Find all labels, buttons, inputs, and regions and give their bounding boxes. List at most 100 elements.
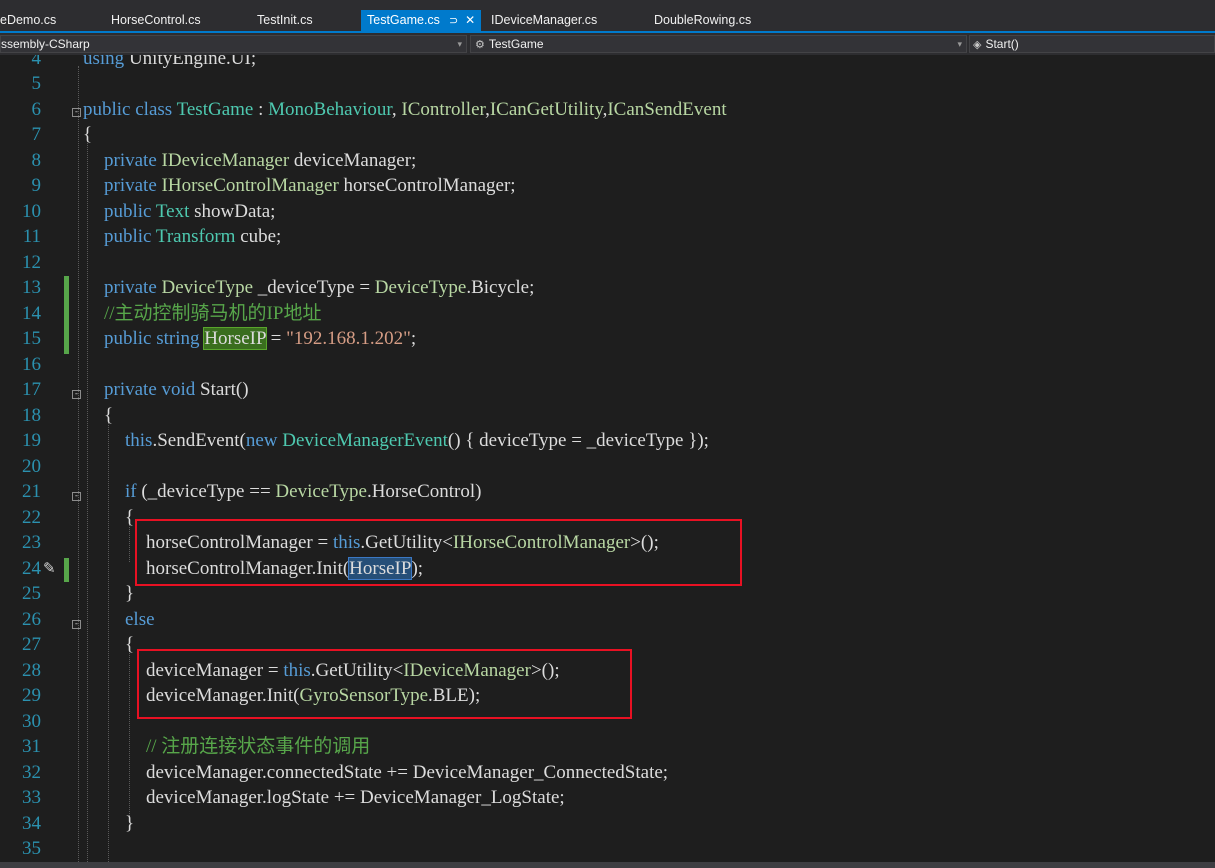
- line-number: 27: [22, 634, 41, 655]
- line-number: 9: [31, 175, 42, 196]
- tab-edemo[interactable]: eDemo.cs: [0, 10, 56, 31]
- tab-label: DoubleRowing.cs: [654, 13, 752, 27]
- code-line: 27 {: [0, 632, 1215, 658]
- tab-idevicemanager[interactable]: IDeviceManager.cs: [491, 10, 597, 31]
- line-number: 12: [22, 252, 41, 273]
- line-text: {: [83, 124, 93, 145]
- project-dropdown[interactable]: ssembly-CSharp ▾: [0, 35, 467, 53]
- line-number: 20: [22, 456, 41, 477]
- line-number: 16: [22, 354, 41, 375]
- code-editor[interactable]: - - - - 4 using UnityEngine.UI; 5 6 publ…: [0, 55, 1215, 868]
- code-line: 21 if (_deviceType == DeviceType.HorseCo…: [0, 479, 1215, 505]
- code-line: 32 deviceManager.connectedState += Devic…: [0, 760, 1215, 786]
- selected-reference: HorseIP: [348, 557, 413, 580]
- line-number: 6: [31, 99, 42, 120]
- code-line: 18 {: [0, 403, 1215, 429]
- line-number: 10: [22, 201, 41, 222]
- code-line: 8 private IDeviceManager deviceManager;: [0, 148, 1215, 174]
- line-text: if (_deviceType == DeviceType.HorseContr…: [125, 481, 482, 502]
- line-number: 21: [22, 481, 41, 502]
- code-line: 15 public string HorseIP = "192.168.1.20…: [0, 326, 1215, 352]
- code-line: 7 {: [0, 122, 1215, 148]
- code-line: 30: [0, 709, 1215, 735]
- horizontal-scrollbar[interactable]: [0, 862, 1215, 868]
- member-name: Start(): [985, 37, 1019, 51]
- line-number: 14: [22, 303, 41, 324]
- line-number: 26: [22, 609, 41, 630]
- code-line: 6 public class TestGame : MonoBehaviour,…: [0, 97, 1215, 123]
- type-dropdown[interactable]: ⚙ TestGame ▾: [470, 35, 967, 53]
- tab-label: HorseControl.cs: [111, 13, 201, 27]
- line-number: 11: [22, 226, 41, 247]
- line-text: public Transform cube;: [104, 226, 282, 247]
- line-text: }: [125, 813, 135, 834]
- code-line: 19 this.SendEvent(new DeviceManagerEvent…: [0, 428, 1215, 454]
- line-number: 15: [22, 328, 41, 349]
- code-line: 20: [0, 454, 1215, 480]
- line-number: 29: [22, 685, 41, 706]
- line-text: else: [125, 609, 155, 630]
- code-line: 29 deviceManager.Init(GyroSensorType.BLE…: [0, 683, 1215, 709]
- line-number: 19: [22, 430, 41, 451]
- tab-label: eDemo.cs: [0, 13, 57, 27]
- document-tab-strip: eDemo.cs HorseControl.cs TestInit.cs Tes…: [0, 0, 1215, 33]
- code-line: 11 public Transform cube;: [0, 224, 1215, 250]
- line-text: private void Start(): [104, 379, 249, 400]
- line-text: {: [125, 507, 135, 528]
- code-line: 12: [0, 250, 1215, 276]
- project-name: ssembly-CSharp: [1, 37, 90, 51]
- code-line: 34 }: [0, 811, 1215, 837]
- line-text: private IDeviceManager deviceManager;: [104, 150, 417, 171]
- code-line: 16: [0, 352, 1215, 378]
- line-number: 34: [22, 813, 41, 834]
- navigation-bar: ssembly-CSharp ▾ ⚙ TestGame ▾ ◈ Start(): [0, 33, 1215, 55]
- line-text: // 注册连接状态事件的调用: [146, 736, 371, 757]
- line-text: }: [125, 583, 135, 604]
- line-number: 4: [31, 55, 42, 69]
- tab-testinit[interactable]: TestInit.cs: [257, 10, 313, 31]
- code-line: 28 deviceManager = this.GetUtility<IDevi…: [0, 658, 1215, 684]
- line-text: private IHorseControlManager horseContro…: [104, 175, 516, 196]
- code-line: 4 using UnityEngine.UI;: [0, 55, 1215, 72]
- line-number: 13: [22, 277, 41, 298]
- tab-label: TestInit.cs: [257, 13, 313, 27]
- code-line: 25 }: [0, 581, 1215, 607]
- tab-testgame[interactable]: TestGame.cs ⊃ ✕: [361, 10, 482, 31]
- pin-icon[interactable]: ⊃: [449, 15, 458, 27]
- tab-label: IDeviceManager.cs: [491, 13, 598, 27]
- code-line: 9 private IHorseControlManager horseCont…: [0, 173, 1215, 199]
- code-line: 22 {: [0, 505, 1215, 531]
- line-number: 23: [22, 532, 41, 553]
- line-number: 18: [22, 405, 41, 426]
- type-name: TestGame: [488, 37, 544, 51]
- code-line: 14 //主动控制骑马机的IP地址: [0, 301, 1215, 327]
- line-number: 7: [31, 124, 42, 145]
- line-text: {: [125, 634, 135, 655]
- code-line: 35: [0, 836, 1215, 862]
- member-dropdown[interactable]: ◈ Start(): [969, 35, 1215, 53]
- line-text: private DeviceType _deviceType = DeviceT…: [104, 277, 535, 298]
- code-line: 33 deviceManager.logState += DeviceManag…: [0, 785, 1215, 811]
- code-line: 5: [0, 71, 1215, 97]
- line-number: 30: [22, 711, 41, 732]
- paintbrush-icon[interactable]: ✎: [43, 559, 56, 577]
- class-icon: ⚙: [475, 39, 485, 51]
- line-text: public class TestGame : MonoBehaviour, I…: [83, 99, 727, 120]
- line-text: deviceManager = this.GetUtility<IDeviceM…: [146, 660, 560, 681]
- line-text: deviceManager.logState += DeviceManager_…: [146, 787, 565, 808]
- line-number: 24: [22, 558, 41, 579]
- code-line: 10 public Text showData;: [0, 199, 1215, 225]
- close-icon[interactable]: ✕: [465, 13, 475, 27]
- line-text: public string HorseIP = "192.168.1.202";: [104, 327, 417, 350]
- line-text: public Text showData;: [104, 201, 276, 222]
- tab-horsecontrol[interactable]: HorseControl.cs: [111, 10, 201, 31]
- line-number: 28: [22, 660, 41, 681]
- line-number: 31: [22, 736, 41, 757]
- code-line: 26 else: [0, 607, 1215, 633]
- line-text: using UnityEngine.UI;: [83, 55, 257, 69]
- line-text: horseControlManager = this.GetUtility<IH…: [146, 532, 659, 553]
- line-number: 22: [22, 507, 41, 528]
- line-number: 8: [31, 150, 42, 171]
- line-text: horseControlManager.Init(HorseIP);: [146, 557, 424, 580]
- tab-doublerowing[interactable]: DoubleRowing.cs: [654, 10, 751, 31]
